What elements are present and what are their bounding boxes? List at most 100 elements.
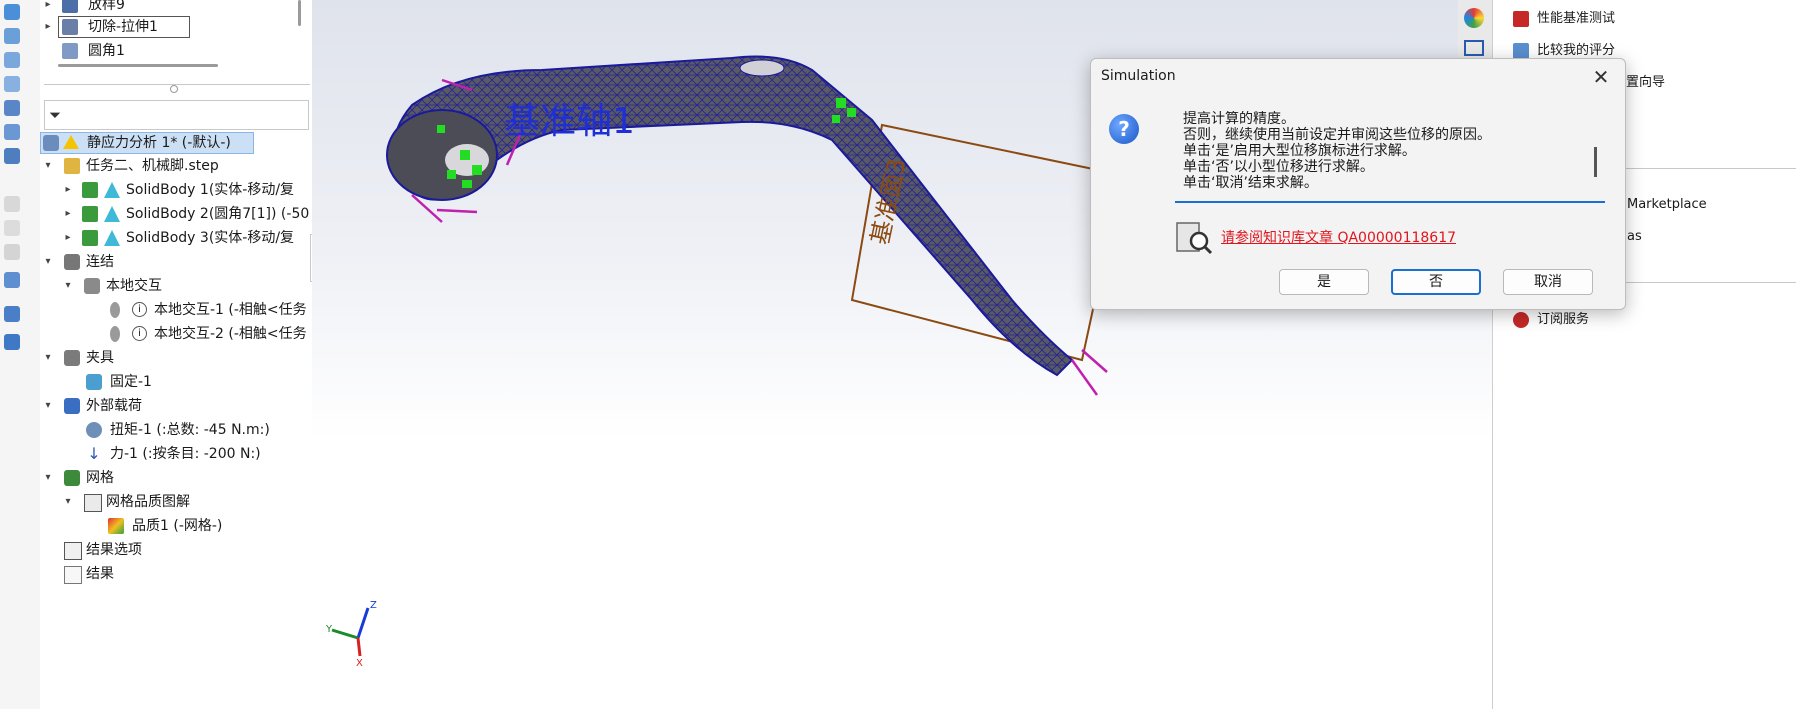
filter-icon[interactable]: ⏷ xyxy=(49,106,61,124)
orientation-triad[interactable]: Z Y X xyxy=(322,600,382,670)
expand-arrow-icon[interactable]: ▸ xyxy=(42,0,54,16)
tree-item-fixtures[interactable]: ▾ 夹具 xyxy=(40,347,270,369)
collapse-arrow-icon[interactable]: ▾ xyxy=(42,155,54,177)
collapse-arrow-icon[interactable]: ▾ xyxy=(42,395,54,417)
tree-item-solidbody-1[interactable]: ▸ SolidBody 1(实体-移动/复 xyxy=(60,179,312,201)
yes-button[interactable]: 是 xyxy=(1279,269,1369,295)
task-item-partial[interactable]: as xyxy=(1627,226,1642,248)
dialog-title: Simulation xyxy=(1101,68,1176,84)
vertical-scrollbar[interactable] xyxy=(298,0,301,26)
knowledge-base-icon xyxy=(1175,219,1213,257)
sweep-icon[interactable] xyxy=(4,76,20,92)
expand-arrow-icon[interactable]: ▸ xyxy=(62,203,74,225)
reference-geometry-icon[interactable] xyxy=(4,272,20,288)
tree-item-static-study[interactable]: 静应力分析 1* (-默认-) xyxy=(40,132,254,154)
revolve-icon[interactable] xyxy=(4,52,20,68)
plot-folder-icon xyxy=(84,494,102,512)
task-item-label: as xyxy=(1627,229,1642,244)
tree-item-fillet[interactable]: 圆角1 xyxy=(40,40,300,62)
message-scrollbar[interactable] xyxy=(1594,147,1597,177)
task-item-marketplace[interactable]: Marketplace xyxy=(1627,194,1707,216)
fillet-feature-icon xyxy=(62,43,78,59)
close-button[interactable]: ✕ xyxy=(1587,63,1615,91)
tree-item-label: 静应力分析 1* (-默认-) xyxy=(87,135,231,151)
tree-item-interaction-2[interactable]: i 本地交互-2 (-相触<任务 xyxy=(110,323,312,345)
tree-item-connections[interactable]: ▾ 连结 xyxy=(40,251,270,273)
knowledge-base-link[interactable]: 请参阅知识库文章 QA00000118617 xyxy=(1221,227,1456,247)
horizontal-scrollbar[interactable] xyxy=(58,64,218,67)
collapse-arrow-icon[interactable]: ▾ xyxy=(62,275,74,297)
message-line: 单击‘否’以小型位移进行求解。 xyxy=(1183,159,1374,175)
expand-arrow-icon[interactable]: ▸ xyxy=(42,16,54,38)
expand-arrow-icon[interactable]: ▸ xyxy=(62,227,74,249)
task-item-label: Marketplace xyxy=(1627,197,1707,212)
tree-item-label: SolidBody 1(实体-移动/复 xyxy=(126,182,295,198)
tree-item-mesh[interactable]: ▾ 网格 xyxy=(40,467,270,489)
tree-item-result-options[interactable]: 结果选项 xyxy=(64,539,264,561)
solid-body-check-icon xyxy=(82,182,98,198)
cut-icon[interactable] xyxy=(4,124,20,140)
tree-item-label: SolidBody 2(圆角7[1]) (-50 xyxy=(126,206,310,222)
slot-hole xyxy=(739,59,785,77)
custom-properties-tab-icon[interactable] xyxy=(1464,40,1484,56)
results-folder-icon xyxy=(64,566,82,584)
tree-item-interaction-1[interactable]: i 本地交互-1 (-相触<任务 xyxy=(110,299,312,321)
tree-item-label: 放样9 xyxy=(88,0,125,13)
tree-item-mesh-quality-plot[interactable]: ▾ 网格品质图解 xyxy=(60,491,290,513)
tree-item-label: 结果 xyxy=(86,566,114,582)
tree-item-label: 扭矩-1 (:总数: -45 N.m:) xyxy=(110,422,270,438)
contact-icon xyxy=(110,302,120,318)
triad-y-label: Y xyxy=(326,624,333,635)
tree-item-solidbody-2[interactable]: ▸ SolidBody 2(圆角7[1]) (-50 xyxy=(60,203,312,225)
tree-item-label: 本地交互 xyxy=(106,278,162,294)
tree-item-cut-extrude[interactable]: ▸ 切除-拉伸1 xyxy=(40,16,300,38)
collapse-arrow-icon[interactable]: ▾ xyxy=(42,347,54,369)
tree-item-solidbody-3[interactable]: ▸ SolidBody 3(实体-移动/复 xyxy=(60,227,312,249)
instant3d-icon[interactable] xyxy=(4,334,20,350)
tree-filter-input[interactable]: ⏷ xyxy=(44,100,309,130)
collapse-arrow-icon[interactable]: ▾ xyxy=(42,251,54,273)
curves-icon[interactable] xyxy=(4,306,20,322)
collapse-arrow-icon[interactable]: ▾ xyxy=(62,491,74,513)
tree-item-label: 本地交互-1 (-相触<任务 xyxy=(154,302,307,318)
contact-icon xyxy=(110,326,120,342)
tree-item-label: 圆角1 xyxy=(88,43,125,59)
panel-divider[interactable] xyxy=(44,84,310,85)
fixtures-icon xyxy=(64,350,80,366)
collapse-arrow-icon[interactable]: ▾ xyxy=(42,467,54,489)
study-icon xyxy=(43,135,59,151)
tree-item-force-1[interactable]: ↓ 力-1 (:按条目: -200 N:) xyxy=(86,443,312,465)
tree-item-local-interaction[interactable]: ▾ 本地交互 xyxy=(60,275,290,297)
tree-item-label: 结果选项 xyxy=(86,542,142,558)
body-icon xyxy=(104,206,120,222)
no-button[interactable]: 否 xyxy=(1391,269,1481,295)
tree-item-loft[interactable]: ▸ 放样9 xyxy=(40,0,300,16)
splitter-handle-icon[interactable] xyxy=(170,85,178,93)
tree-item-label: 本地交互-2 (-相触<任务 xyxy=(154,326,307,342)
tree-item-fixed-1[interactable]: 固定-1 xyxy=(86,371,286,393)
tree-item-torque-1[interactable]: 扭矩-1 (:总数: -45 N.m:) xyxy=(86,419,312,441)
loft-icon[interactable] xyxy=(4,100,20,116)
expand-arrow-icon[interactable]: ▸ xyxy=(62,179,74,201)
loft-feature-icon xyxy=(62,0,78,13)
tree-item-label: 切除-拉伸1 xyxy=(88,19,158,35)
fillet-icon[interactable] xyxy=(4,148,20,164)
extrude-icon[interactable] xyxy=(4,28,20,44)
simulation-dialog: Simulation ✕ ? 提高计算的精度。 否则，继续使用当前设定并审阅这些… xyxy=(1090,58,1626,310)
tree-item-label: 力-1 (:按条目: -200 N:) xyxy=(110,446,261,462)
sketch-icon[interactable] xyxy=(4,4,20,20)
appearances-tab-icon[interactable] xyxy=(1464,8,1484,28)
cancel-button[interactable]: 取消 xyxy=(1503,269,1593,295)
tree-item-part[interactable]: ▾ 任务二、机械脚.step xyxy=(40,155,270,177)
message-textbox[interactable]: 提高计算的精度。 否则，继续使用当前设定并审阅这些位移的原因。 单击‘是’启用大… xyxy=(1175,111,1605,203)
disabled-tool-icon xyxy=(4,244,20,260)
tree-item-results[interactable]: 结果 xyxy=(64,563,264,585)
subscription-icon xyxy=(1513,312,1529,328)
tree-item-external-loads[interactable]: ▾ 外部载荷 xyxy=(40,395,270,417)
info-icon: i xyxy=(132,326,147,341)
tree-item-quality-1[interactable]: 品质1 (-网格-) xyxy=(108,515,308,537)
torque-icon xyxy=(86,422,102,438)
datum-axis-label: 基准轴1 xyxy=(504,101,635,142)
message-text: 提高计算的精度。 否则，继续使用当前设定并审阅这些位移的原因。 单击‘是’启用大… xyxy=(1183,111,1583,191)
task-item-label: 性能基准测试 xyxy=(1537,11,1616,26)
